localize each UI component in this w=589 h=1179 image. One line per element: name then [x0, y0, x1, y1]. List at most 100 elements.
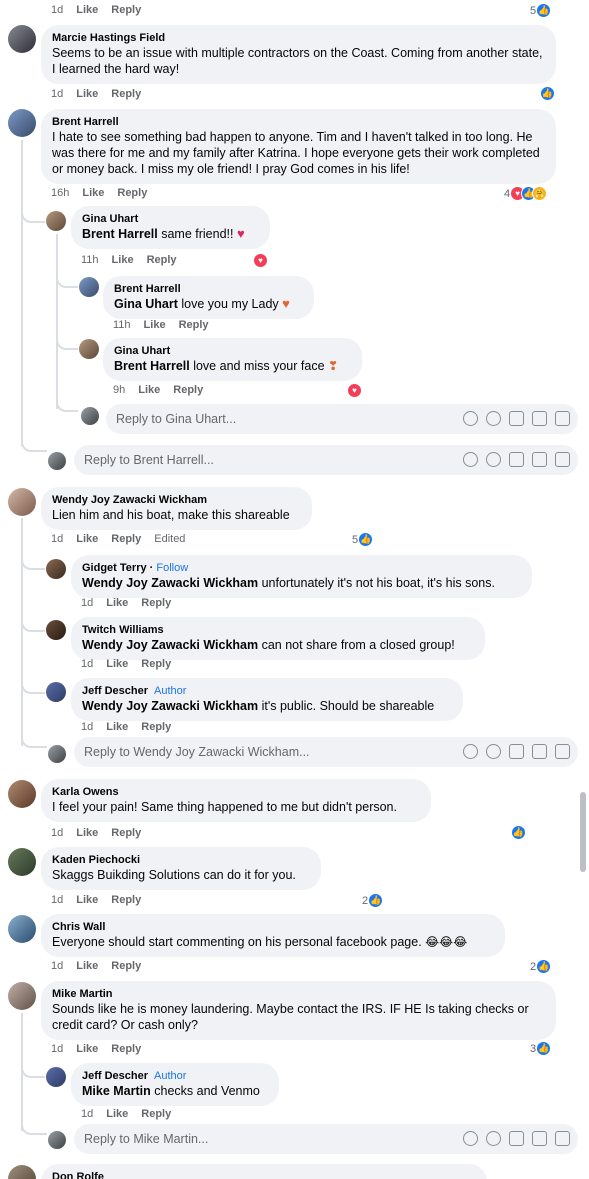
- reply-link[interactable]: Reply: [173, 384, 203, 396]
- sticker-icon[interactable]: [555, 1131, 570, 1146]
- mention[interactable]: Wendy Joy Zawacki Wickham: [82, 699, 258, 713]
- avatar[interactable]: [46, 211, 66, 231]
- reply-link[interactable]: Reply: [111, 4, 141, 16]
- reaction-count[interactable]: ♥: [253, 253, 268, 268]
- emoji-icon[interactable]: [463, 1131, 478, 1146]
- scrollbar[interactable]: [580, 792, 586, 872]
- camera-icon[interactable]: [509, 744, 524, 759]
- avatar[interactable]: [79, 339, 99, 359]
- avatar[interactable]: [8, 488, 36, 516]
- mention[interactable]: Wendy Joy Zawacki Wickham: [82, 576, 258, 590]
- emoji-icon[interactable]: [463, 744, 478, 759]
- commenter-name[interactable]: Wendy Joy Zawacki Wickham: [52, 493, 301, 507]
- emoji-icon[interactable]: [463, 411, 478, 426]
- mention[interactable]: Brent Harrell: [82, 227, 158, 241]
- like-link[interactable]: Like: [82, 187, 104, 199]
- commenter-name[interactable]: Brent Harrell: [114, 282, 303, 296]
- sticker-icon[interactable]: [555, 411, 570, 426]
- commenter-name[interactable]: Karla Owens: [52, 785, 420, 799]
- camera-icon[interactable]: [509, 452, 524, 467]
- reply-link[interactable]: Reply: [141, 658, 171, 670]
- follow-link[interactable]: Follow: [156, 562, 188, 574]
- reply-link[interactable]: Reply: [111, 88, 141, 100]
- reaction-count[interactable]: 2 👍: [362, 893, 384, 908]
- smiley-icon[interactable]: [486, 452, 501, 467]
- avatar[interactable]: [8, 982, 36, 1010]
- reply-input[interactable]: Reply to Wendy Joy Zawacki Wickham...: [74, 737, 578, 767]
- avatar[interactable]: [8, 848, 36, 876]
- sticker-icon[interactable]: [555, 452, 570, 467]
- commenter-name[interactable]: Marcie Hastings Field: [52, 31, 545, 45]
- reply-link[interactable]: Reply: [147, 254, 177, 266]
- emoji-icon[interactable]: [463, 452, 478, 467]
- smiley-icon[interactable]: [486, 1131, 501, 1146]
- reaction-count[interactable]: 2 👍: [530, 959, 552, 974]
- like-link[interactable]: Like: [106, 1108, 128, 1120]
- reply-link[interactable]: Reply: [141, 1108, 171, 1120]
- gif-icon[interactable]: [532, 1131, 547, 1146]
- like-link[interactable]: Like: [76, 827, 98, 839]
- smiley-icon[interactable]: [486, 411, 501, 426]
- camera-icon[interactable]: [509, 411, 524, 426]
- like-link[interactable]: Like: [106, 597, 128, 609]
- avatar[interactable]: [8, 109, 36, 137]
- avatar[interactable]: [8, 1165, 36, 1179]
- avatar[interactable]: [46, 682, 66, 702]
- reaction-count[interactable]: ♥: [347, 383, 362, 398]
- like-link[interactable]: Like: [76, 960, 98, 972]
- reaction-count[interactable]: 👍: [511, 825, 526, 840]
- mention[interactable]: Brent Harrell: [114, 359, 190, 373]
- commenter-name[interactable]: Gina Uhart: [82, 212, 259, 226]
- reply-link[interactable]: Reply: [111, 1043, 141, 1055]
- like-link[interactable]: Like: [112, 254, 134, 266]
- commenter-name[interactable]: Chris Wall: [52, 920, 494, 934]
- like-link[interactable]: Like: [138, 384, 160, 396]
- commenter-name[interactable]: Mike Martin: [52, 987, 545, 1001]
- reply-input[interactable]: Reply to Gina Uhart...: [106, 404, 578, 434]
- commenter-name[interactable]: Gina Uhart: [114, 344, 351, 358]
- like-link[interactable]: Like: [106, 658, 128, 670]
- reaction-count[interactable]: 5 👍: [352, 532, 374, 547]
- commenter-name[interactable]: Twitch Williams: [82, 623, 474, 637]
- like-link[interactable]: Like: [144, 319, 166, 331]
- reaction-count[interactable]: 👍: [540, 86, 555, 101]
- avatar[interactable]: [46, 1067, 66, 1087]
- commenter-name[interactable]: Kaden Piechocki: [52, 853, 310, 867]
- reply-link[interactable]: Reply: [111, 960, 141, 972]
- commenter-name[interactable]: Brent Harrell: [52, 115, 545, 129]
- reply-input[interactable]: Reply to Brent Harrell...: [74, 445, 578, 475]
- mention[interactable]: Gina Uhart: [114, 297, 178, 311]
- reply-link[interactable]: Reply: [111, 894, 141, 906]
- sticker-icon[interactable]: [555, 744, 570, 759]
- reply-link[interactable]: Reply: [179, 319, 209, 331]
- reply-link[interactable]: Reply: [111, 827, 141, 839]
- reply-link[interactable]: Reply: [111, 533, 141, 545]
- reply-link[interactable]: Reply: [141, 597, 171, 609]
- like-link[interactable]: Like: [106, 721, 128, 733]
- like-link[interactable]: Like: [76, 533, 98, 545]
- like-link[interactable]: Like: [76, 4, 98, 16]
- reply-link[interactable]: Reply: [141, 721, 171, 733]
- reaction-count[interactable]: 3 👍: [530, 1041, 552, 1056]
- commenter-name[interactable]: Don Rolfe: [52, 1170, 476, 1179]
- camera-icon[interactable]: [509, 1131, 524, 1146]
- reply-link[interactable]: Reply: [117, 187, 147, 199]
- avatar[interactable]: [8, 780, 36, 808]
- reaction-count[interactable]: 4 ♥ 👍 🤗: [504, 186, 548, 201]
- avatar[interactable]: [46, 620, 66, 640]
- avatar[interactable]: [46, 559, 66, 579]
- gif-icon[interactable]: [532, 744, 547, 759]
- avatar[interactable]: [79, 277, 99, 297]
- mention[interactable]: Mike Martin: [82, 1084, 151, 1098]
- avatar[interactable]: [8, 915, 36, 943]
- mention[interactable]: Wendy Joy Zawacki Wickham: [82, 638, 258, 652]
- reply-input[interactable]: Reply to Mike Martin...: [74, 1124, 578, 1154]
- smiley-icon[interactable]: [486, 744, 501, 759]
- like-link[interactable]: Like: [76, 1043, 98, 1055]
- like-link[interactable]: Like: [76, 88, 98, 100]
- gif-icon[interactable]: [532, 452, 547, 467]
- gif-icon[interactable]: [532, 411, 547, 426]
- like-link[interactable]: Like: [76, 894, 98, 906]
- reaction-count[interactable]: 5 👍: [530, 3, 552, 18]
- avatar[interactable]: [8, 25, 36, 53]
